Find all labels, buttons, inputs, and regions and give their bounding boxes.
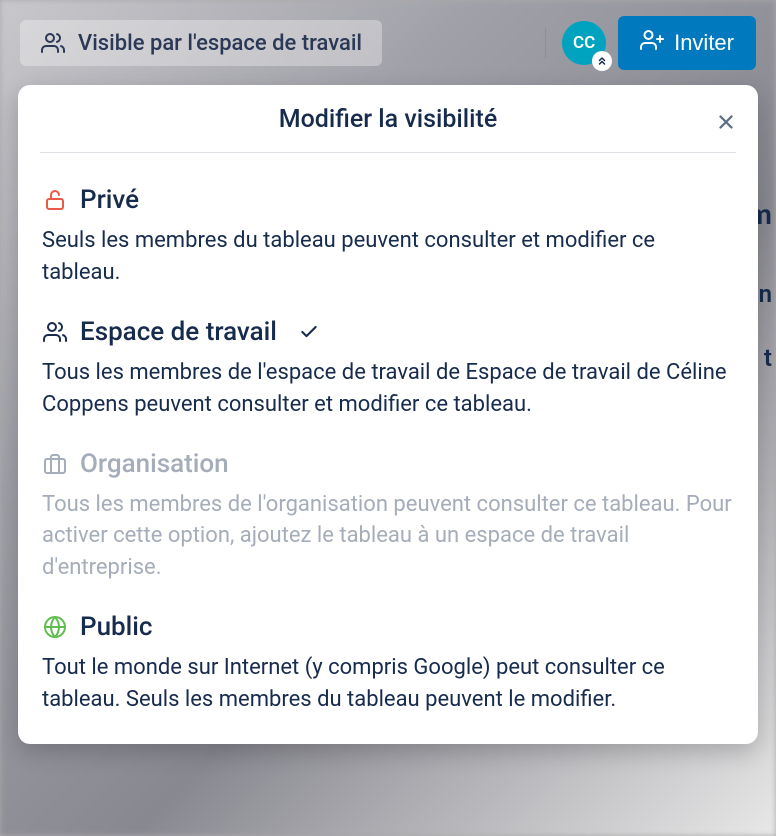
modal-body: Privé Seuls les membres du tableau peuve…	[18, 153, 758, 744]
visibility-modal: Modifier la visibilité Privé	[18, 85, 758, 744]
board-header: Visible par l'espace de travail CC Invit…	[20, 16, 756, 70]
people-icon	[40, 30, 66, 56]
modal-header: Modifier la visibilité	[18, 85, 758, 152]
visibility-option-private[interactable]: Privé Seuls les membres du tableau peuve…	[42, 185, 734, 289]
check-icon	[297, 322, 321, 342]
avatar-initials: CC	[573, 33, 595, 53]
briefcase-icon	[42, 451, 68, 477]
visibility-option-public[interactable]: Public Tout le monde sur Internet (y com…	[42, 612, 734, 716]
close-button[interactable]	[710, 107, 742, 139]
header-separator	[545, 28, 546, 58]
avatar[interactable]: CC	[562, 21, 606, 65]
option-title: Organisation	[80, 449, 229, 479]
avatar-chevrons-icon	[592, 51, 612, 71]
invite-button[interactable]: Inviter	[618, 16, 756, 70]
lock-icon	[42, 187, 68, 213]
visibility-option-workspace[interactable]: Espace de travail Tous les membres de l'…	[42, 317, 734, 421]
visibility-chip-label: Visible par l'espace de travail	[78, 31, 362, 56]
option-description: Tous les membres de l'organisation peuve…	[42, 489, 734, 585]
people-icon	[42, 319, 68, 345]
option-description: Tout le monde sur Internet (y compris Go…	[42, 652, 734, 716]
option-title: Privé	[80, 185, 139, 215]
modal-title: Modifier la visibilité	[279, 105, 498, 134]
close-icon	[715, 111, 737, 136]
option-description: Tous les membres de l'espace de travail …	[42, 357, 734, 421]
visibility-option-organization: Organisation Tous les membres de l'organ…	[42, 449, 734, 585]
option-description: Seuls les membres du tableau peuvent con…	[42, 225, 734, 289]
globe-icon	[42, 614, 68, 640]
option-title: Espace de travail	[80, 317, 277, 347]
visibility-chip[interactable]: Visible par l'espace de travail	[20, 20, 382, 66]
option-title: Public	[80, 612, 153, 642]
user-plus-icon	[640, 28, 664, 58]
invite-button-label: Inviter	[674, 30, 734, 56]
